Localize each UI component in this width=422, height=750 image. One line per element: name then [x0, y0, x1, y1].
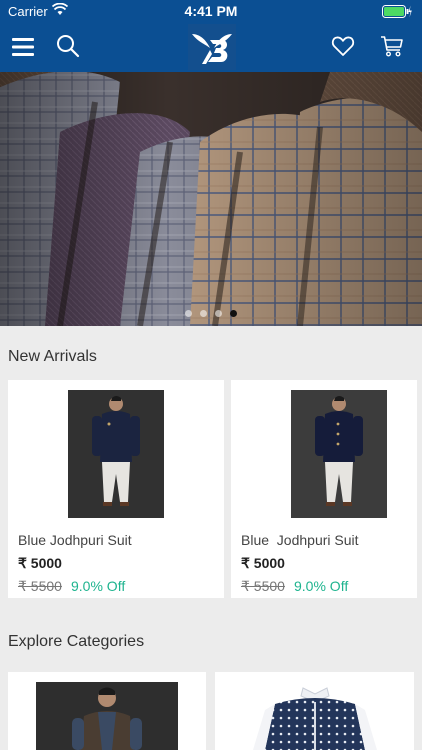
- discount-label: 9.0% Off: [294, 578, 349, 594]
- brand-logo[interactable]: [188, 24, 236, 70]
- app-header: Carrier 4:41 PM: [0, 0, 422, 72]
- product-price: ₹ 5000: [18, 555, 62, 571]
- heart-icon[interactable]: [331, 34, 355, 58]
- status-bar: Carrier 4:41 PM: [0, 0, 422, 22]
- category-card[interactable]: [215, 672, 414, 750]
- product-price: ₹ 5000: [241, 555, 285, 571]
- product-mrp: ₹ 5500: [18, 578, 62, 594]
- cart-icon[interactable]: [380, 34, 404, 58]
- carousel-dots[interactable]: [0, 304, 422, 322]
- carousel-dot[interactable]: [215, 310, 222, 317]
- carousel-dot[interactable]: [200, 310, 207, 317]
- product-mrp: ₹ 5500: [241, 578, 285, 594]
- search-icon[interactable]: [56, 34, 80, 58]
- navigation-bar: [0, 22, 422, 72]
- category-card[interactable]: [8, 672, 206, 750]
- category-image: [36, 682, 178, 750]
- hero-banner[interactable]: [0, 72, 422, 326]
- product-name: Blue Jodhpuri Suit: [18, 532, 132, 548]
- battery-icon: [382, 5, 412, 18]
- product-card[interactable]: Blue Jodhpuri Suit ₹ 5000 ₹ 5500 9.0% Of…: [8, 380, 224, 598]
- product-card[interactable]: Blue Jodhpuri Suit ₹ 5000 ₹ 5500 9.0% Of…: [231, 380, 417, 598]
- product-name: Blue Jodhpuri Suit: [241, 532, 359, 548]
- carousel-dot[interactable]: [185, 310, 192, 317]
- product-image: [68, 390, 164, 518]
- menu-icon[interactable]: [12, 38, 34, 56]
- hero-image-suit-jackets: [0, 72, 422, 326]
- discount-label: 9.0% Off: [71, 578, 126, 594]
- product-image: [291, 390, 387, 518]
- explore-categories-title: Explore Categories: [8, 633, 145, 650]
- new-arrivals-title: New Arrivals: [8, 348, 97, 365]
- category-image: [245, 682, 385, 750]
- carousel-dot-active[interactable]: [230, 310, 237, 317]
- clock: 4:41 PM: [184, 3, 238, 19]
